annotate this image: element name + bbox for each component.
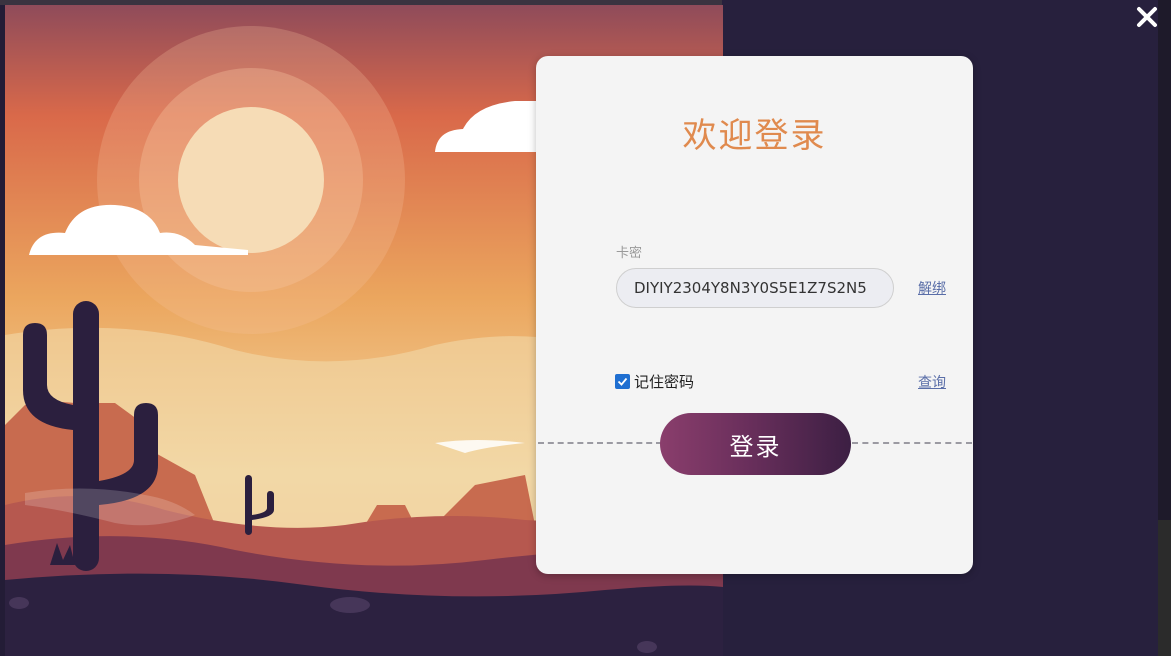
- checkbox-checked-icon[interactable]: [615, 374, 630, 389]
- login-button[interactable]: 登录: [660, 413, 851, 475]
- unbind-link[interactable]: 解绑: [918, 278, 946, 298]
- remember-password-checkbox[interactable]: 记住密码: [615, 371, 694, 392]
- login-window: 欢迎登录 卡密 解绑 记住密码 查询 登录: [0, 0, 1171, 656]
- card-key-label: 卡密: [616, 246, 643, 261]
- sun: [178, 107, 324, 253]
- remember-password-label: 记住密码: [634, 373, 695, 391]
- divider-left: [538, 442, 662, 444]
- close-button[interactable]: [1134, 4, 1160, 30]
- card-key-input[interactable]: [616, 268, 894, 308]
- close-icon: [1137, 7, 1157, 27]
- login-title: 欢迎登录: [682, 116, 827, 156]
- query-link[interactable]: 查询: [918, 372, 946, 392]
- right-edge-lower: [1158, 520, 1171, 656]
- divider-right: [852, 442, 972, 444]
- login-button-label: 登录: [729, 432, 782, 461]
